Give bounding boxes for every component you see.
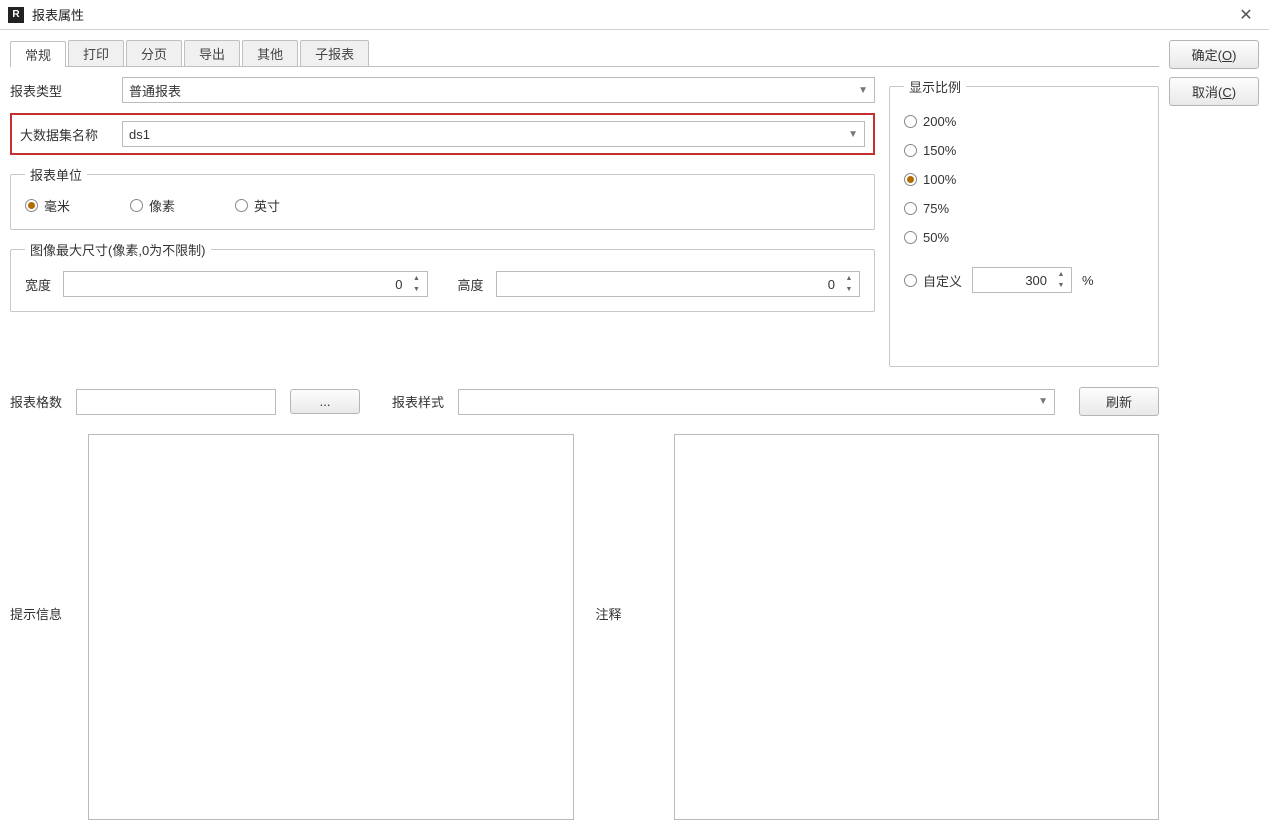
ratio-radio-75[interactable]: 75% bbox=[904, 201, 1144, 216]
tab-export[interactable]: 导出 bbox=[184, 40, 240, 66]
report-type-label: 报表类型 bbox=[10, 81, 110, 100]
format-input[interactable] bbox=[76, 389, 276, 415]
title-bar: R 报表属性 ✕ bbox=[0, 0, 1269, 30]
unit-radio-inch[interactable]: 英寸 bbox=[235, 196, 280, 215]
hint-label: 提示信息 bbox=[10, 434, 78, 820]
unit-radio-group: 毫米 像素 英寸 bbox=[25, 196, 860, 215]
dataset-row-highlighted: 大数据集名称 ds1 ▼ bbox=[10, 113, 875, 155]
comment-label: 注释 bbox=[596, 434, 664, 820]
spin-down-icon[interactable]: ▼ bbox=[409, 284, 425, 295]
chevron-down-icon: ▼ bbox=[1038, 396, 1048, 407]
ratio-radio-200[interactable]: 200% bbox=[904, 114, 1144, 129]
chevron-down-icon: ▼ bbox=[848, 129, 858, 140]
chevron-down-icon: ▼ bbox=[858, 85, 868, 96]
tab-content: 报表类型 普通报表 ▼ 大数据集名称 ds1 ▼ 报表单位 bbox=[10, 77, 1159, 367]
report-type-row: 报表类型 普通报表 ▼ bbox=[10, 77, 875, 103]
tab-other[interactable]: 其他 bbox=[242, 40, 298, 66]
tab-subreport[interactable]: 子报表 bbox=[300, 40, 369, 66]
width-label: 宽度 bbox=[25, 275, 51, 294]
spin-up-icon[interactable]: ▲ bbox=[841, 273, 857, 284]
radio-icon bbox=[235, 199, 248, 212]
radio-icon bbox=[904, 144, 917, 157]
radio-icon bbox=[904, 173, 917, 186]
dataset-select[interactable]: ds1 ▼ bbox=[122, 121, 865, 147]
unit-fieldset: 报表单位 毫米 像素 英寸 bbox=[10, 165, 875, 230]
radio-icon bbox=[904, 115, 917, 128]
tabs: 常规 打印 分页 导出 其他 子报表 bbox=[10, 40, 1159, 67]
spin-up-icon[interactable]: ▲ bbox=[409, 273, 425, 284]
radio-icon bbox=[904, 231, 917, 244]
ratio-radio-150[interactable]: 150% bbox=[904, 143, 1144, 158]
browse-button[interactable]: ... bbox=[290, 389, 360, 414]
tab-general[interactable]: 常规 bbox=[10, 41, 66, 67]
format-label: 报表格数 bbox=[10, 392, 62, 411]
radio-icon bbox=[904, 274, 917, 287]
spin-down-icon[interactable]: ▼ bbox=[1053, 280, 1069, 291]
spin-up-icon[interactable]: ▲ bbox=[1053, 269, 1069, 280]
dataset-value: ds1 bbox=[129, 127, 150, 142]
refresh-button[interactable]: 刷新 bbox=[1079, 387, 1159, 416]
height-label: 高度 bbox=[458, 275, 484, 294]
radio-icon bbox=[904, 202, 917, 215]
main-panel: 常规 打印 分页 导出 其他 子报表 报表类型 普通报表 ▼ 大数据集名称 bbox=[10, 40, 1159, 820]
side-buttons: 确定(O) 取消(C) bbox=[1159, 40, 1259, 820]
ratio-radio-100[interactable]: 100% bbox=[904, 172, 1144, 187]
ratio-column: 显示比例 200% 150% 100% 75% 50% 自定义 300 ▲▼ bbox=[889, 77, 1159, 367]
ratio-radio-50[interactable]: 50% bbox=[904, 230, 1144, 245]
unit-radio-px[interactable]: 像素 bbox=[130, 196, 175, 215]
maxsize-legend: 图像最大尺寸(像素,0为不限制) bbox=[25, 240, 211, 259]
report-type-value: 普通报表 bbox=[129, 81, 181, 100]
comment-col: 注释 bbox=[596, 434, 1160, 820]
unit-radio-mm[interactable]: 毫米 bbox=[25, 196, 70, 215]
maxsize-fieldset: 图像最大尺寸(像素,0为不限制) 宽度 0 ▲▼ 高度 0 bbox=[10, 240, 875, 312]
unit-legend: 报表单位 bbox=[25, 165, 87, 184]
dialog-body: 常规 打印 分页 导出 其他 子报表 报表类型 普通报表 ▼ 大数据集名称 bbox=[0, 30, 1269, 830]
style-select[interactable]: ▼ bbox=[458, 389, 1055, 415]
hint-textarea[interactable] bbox=[88, 434, 574, 820]
ratio-custom-spinner[interactable]: 300 ▲▼ bbox=[972, 267, 1072, 293]
format-row: 报表格数 ... 报表样式 ▼ 刷新 bbox=[10, 387, 1159, 416]
ratio-custom-row: 自定义 300 ▲▼ % bbox=[904, 267, 1144, 293]
hint-col: 提示信息 bbox=[10, 434, 574, 820]
height-item: 高度 0 ▲▼ bbox=[458, 271, 861, 297]
width-item: 宽度 0 ▲▼ bbox=[25, 271, 428, 297]
tab-paging[interactable]: 分页 bbox=[126, 40, 182, 66]
height-value: 0 bbox=[503, 277, 835, 292]
cancel-button[interactable]: 取消(C) bbox=[1169, 77, 1259, 106]
close-icon[interactable]: ✕ bbox=[1231, 5, 1261, 25]
size-row: 宽度 0 ▲▼ 高度 0 ▲▼ bbox=[25, 271, 860, 297]
ratio-radio-group: 200% 150% 100% 75% 50% 自定义 300 ▲▼ % bbox=[904, 114, 1144, 293]
bottom-row: 提示信息 注释 bbox=[10, 434, 1159, 820]
radio-icon bbox=[25, 199, 38, 212]
ok-button[interactable]: 确定(O) bbox=[1169, 40, 1259, 69]
tab-print[interactable]: 打印 bbox=[68, 40, 124, 66]
ratio-custom-unit: % bbox=[1082, 273, 1094, 288]
ratio-custom-value: 300 bbox=[979, 273, 1047, 288]
comment-textarea[interactable] bbox=[674, 434, 1160, 820]
width-value: 0 bbox=[70, 277, 402, 292]
left-column: 报表类型 普通报表 ▼ 大数据集名称 ds1 ▼ 报表单位 bbox=[10, 77, 875, 367]
spin-down-icon[interactable]: ▼ bbox=[841, 284, 857, 295]
app-icon: R bbox=[8, 7, 24, 23]
style-label: 报表样式 bbox=[392, 392, 444, 411]
width-spinner[interactable]: 0 ▲▼ bbox=[63, 271, 427, 297]
ratio-radio-custom[interactable]: 自定义 bbox=[904, 271, 962, 290]
report-type-select[interactable]: 普通报表 ▼ bbox=[122, 77, 875, 103]
dataset-label: 大数据集名称 bbox=[20, 125, 110, 144]
radio-icon bbox=[130, 199, 143, 212]
ratio-fieldset: 显示比例 200% 150% 100% 75% 50% 自定义 300 ▲▼ bbox=[889, 77, 1159, 367]
ratio-legend: 显示比例 bbox=[904, 77, 966, 96]
height-spinner[interactable]: 0 ▲▼ bbox=[496, 271, 860, 297]
window-title: 报表属性 bbox=[32, 5, 1231, 24]
